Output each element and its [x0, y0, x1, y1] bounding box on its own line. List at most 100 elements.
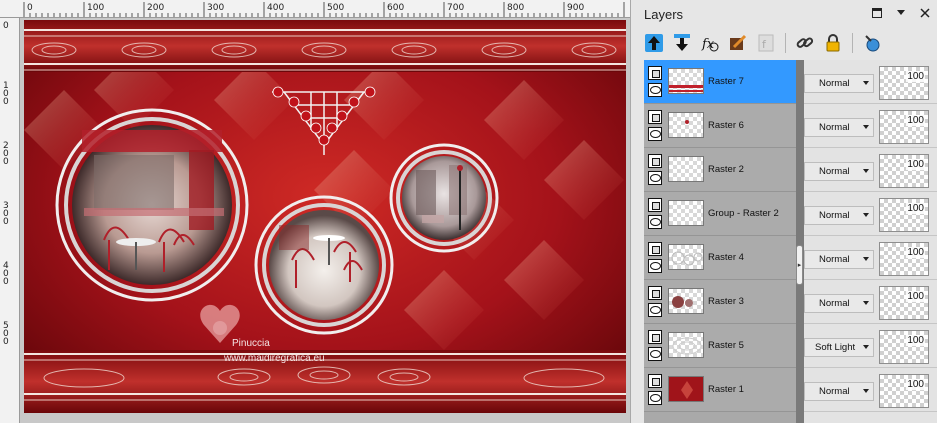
visibility-eye-icon[interactable]	[648, 215, 662, 229]
opacity-value: 100	[906, 115, 925, 126]
layer-name: Raster 3	[708, 296, 744, 307]
layer-row[interactable]: Raster 3	[644, 280, 796, 324]
canvas-area[interactable]: 0 100 200 300 400 500 600 700 800 900 0 …	[0, 0, 630, 423]
chevron-down-icon	[863, 169, 869, 173]
opacity-field[interactable]: 100	[879, 110, 929, 144]
chevron-down-icon	[863, 81, 869, 85]
layer-row[interactable]: Group - Raster 2	[644, 192, 796, 236]
layer-row[interactable]: Raster 4	[644, 236, 796, 280]
chevron-down-icon	[863, 213, 869, 217]
opacity-value: 100	[906, 291, 925, 302]
maximize-icon[interactable]	[870, 6, 884, 20]
layer-row[interactable]: Raster 6	[644, 104, 796, 148]
visibility-eye-icon[interactable]	[648, 171, 662, 185]
opacity-value: 100	[906, 247, 925, 258]
layer-properties-row: Normal 100	[804, 60, 937, 104]
blend-mode-dropdown[interactable]: Normal	[804, 74, 874, 93]
ruler-label: 400	[3, 261, 9, 287]
layer-thumbnail	[668, 68, 704, 94]
chevron-down-icon	[863, 389, 869, 393]
menu-dropdown-icon[interactable]	[894, 6, 908, 20]
layer-type-icon	[648, 330, 662, 344]
opacity-value: 100	[906, 335, 925, 346]
layer-properties-row: Normal 100	[804, 236, 937, 280]
blend-mode-value: Normal	[819, 298, 850, 309]
blend-mode-dropdown[interactable]: Normal	[804, 294, 874, 313]
ruler-label: 500	[3, 321, 9, 347]
layers-list: Raster 7 Raster 6 Raster 2 Group - Raste…	[644, 60, 796, 423]
layer-name: Raster 4	[708, 252, 744, 263]
layer-thumbnail	[668, 112, 704, 138]
opacity-value: 100	[906, 71, 925, 82]
blend-mode-dropdown[interactable]: Soft Light	[804, 338, 874, 357]
fx-icon[interactable]: fx	[699, 32, 721, 54]
blend-mode-dropdown[interactable]: Normal	[804, 206, 874, 225]
cafe-circle-large	[55, 108, 249, 302]
layer-row[interactable]: Raster 2	[644, 148, 796, 192]
layer-type-icon	[648, 286, 662, 300]
layers-toolbar: fx f	[643, 30, 883, 56]
layer-properties-row: Normal 100	[804, 104, 937, 148]
move-layer-up-icon[interactable]	[643, 32, 665, 54]
blend-mode-value: Normal	[819, 210, 850, 221]
ruler-label: 0	[3, 21, 9, 31]
layer-row[interactable]: Raster 5	[644, 324, 796, 368]
chevron-down-icon	[863, 345, 869, 349]
visibility-eye-icon[interactable]	[648, 127, 662, 141]
blend-mode-dropdown[interactable]: Normal	[804, 118, 874, 137]
mask-icon[interactable]: f	[755, 32, 777, 54]
layer-type-icon	[648, 110, 662, 124]
edit-icon[interactable]	[727, 32, 749, 54]
opacity-field[interactable]: 100	[879, 198, 929, 232]
ruler-label: 300	[3, 201, 9, 227]
svg-text:fx: fx	[701, 37, 715, 52]
properties-icon[interactable]	[861, 32, 883, 54]
visibility-eye-icon[interactable]	[648, 259, 662, 273]
blend-mode-value: Normal	[819, 78, 850, 89]
palette-titlebar[interactable]: Layers	[631, 0, 937, 28]
visibility-eye-icon[interactable]	[648, 83, 662, 97]
visibility-eye-icon[interactable]	[648, 347, 662, 361]
opacity-field[interactable]: 100	[879, 286, 929, 320]
blend-mode-value: Normal	[819, 166, 850, 177]
layer-row[interactable]: Raster 7	[644, 60, 796, 104]
layer-properties-row: Normal 100	[804, 192, 937, 236]
lock-icon[interactable]	[822, 32, 844, 54]
app-window: 0 100 200 300 400 500 600 700 800 900 0 …	[0, 0, 937, 423]
opacity-field[interactable]: 100	[879, 154, 929, 188]
layer-name: Raster 1	[708, 384, 744, 395]
opacity-field[interactable]: 100	[879, 330, 929, 364]
watermark-name: Pinuccia	[232, 338, 270, 349]
layer-type-icon	[648, 374, 662, 388]
layer-thumbnail	[668, 288, 704, 314]
opacity-field[interactable]: 100	[879, 374, 929, 408]
opacity-field[interactable]: 100	[879, 66, 929, 100]
layer-name: Raster 6	[708, 120, 744, 131]
horizontal-ruler: 0 100 200 300 400 500 600 700 800 900	[0, 0, 630, 18]
chevron-down-icon	[863, 301, 869, 305]
canvas-image[interactable]: Pinuccia www.maidiregrafica.eu	[24, 20, 626, 413]
layer-name: Raster 7	[708, 76, 744, 87]
blend-mode-dropdown[interactable]: Normal	[804, 162, 874, 181]
watermark-url: www.maidiregrafica.eu	[223, 353, 325, 364]
move-layer-down-icon[interactable]	[671, 32, 693, 54]
visibility-eye-icon[interactable]	[648, 303, 662, 317]
layer-row[interactable]: Raster 1	[644, 368, 796, 412]
ruler-ticks	[23, 2, 625, 17]
layer-properties-row: Normal 100	[804, 148, 937, 192]
splitter-handle[interactable]: ▸	[796, 245, 803, 285]
panel-splitter[interactable]: ▸	[796, 60, 804, 423]
opacity-field[interactable]: 100	[879, 242, 929, 276]
layer-thumbnail	[668, 156, 704, 182]
blend-mode-dropdown[interactable]: Normal	[804, 250, 874, 269]
layer-type-icon	[648, 242, 662, 256]
visibility-eye-icon[interactable]	[648, 391, 662, 405]
blend-mode-dropdown[interactable]: Normal	[804, 382, 874, 401]
street-circle-small	[389, 143, 499, 253]
layer-thumbnail	[668, 244, 704, 270]
layer-properties-row: Normal 100	[804, 368, 937, 412]
layer-name: Raster 5	[708, 340, 744, 351]
close-icon[interactable]	[918, 6, 932, 20]
link-icon[interactable]	[794, 32, 816, 54]
toolbar-separator	[852, 33, 853, 53]
